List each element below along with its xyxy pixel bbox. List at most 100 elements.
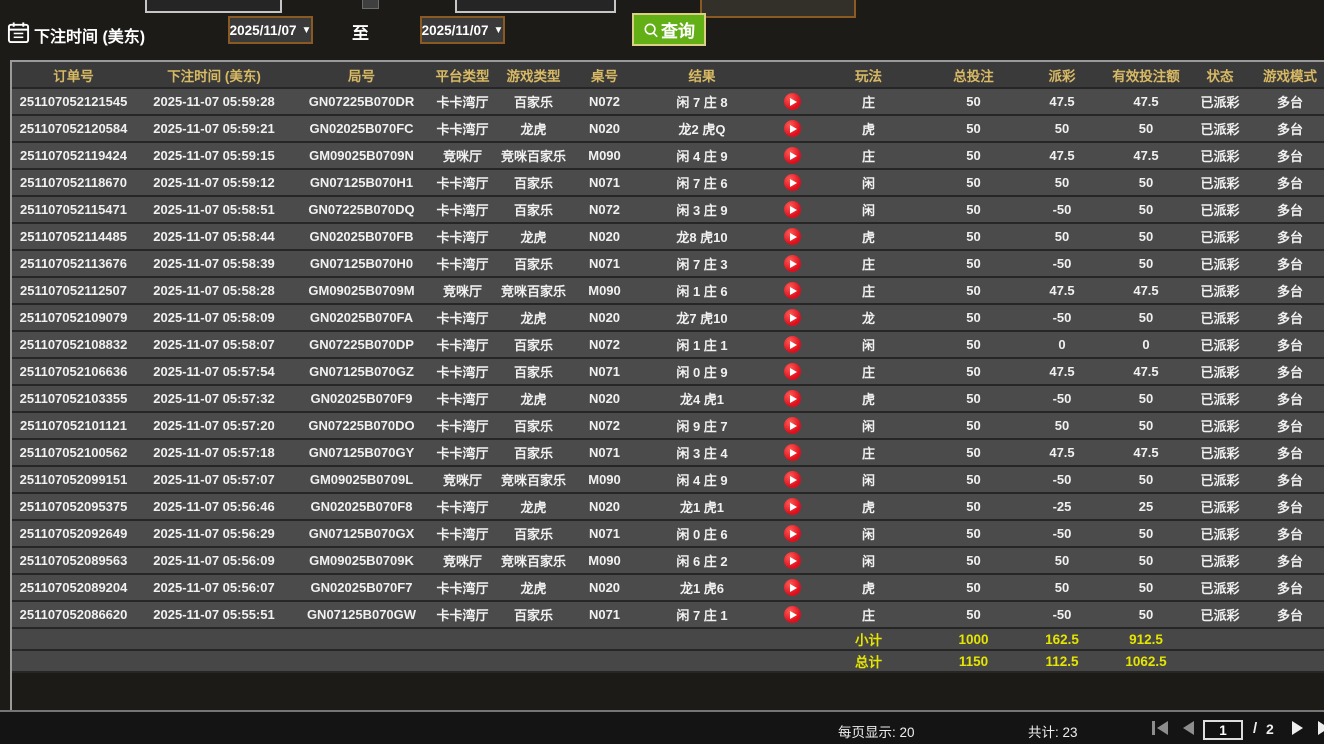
replay-icon[interactable] xyxy=(784,363,801,380)
summary-empty xyxy=(572,628,637,650)
cell-table_no: N071 xyxy=(572,169,637,196)
replay-icon[interactable] xyxy=(784,336,801,353)
cell-game_type: 百家乐 xyxy=(495,358,572,385)
cell-result: 闲 7 庄 8 xyxy=(637,88,767,115)
cell-replay xyxy=(767,601,817,628)
cell-result: 闲 4 庄 9 xyxy=(637,142,767,169)
replay-icon[interactable] xyxy=(784,579,801,596)
cell-game_type: 龙虎 xyxy=(495,115,572,142)
cell-valid_bet: 47.5 xyxy=(1097,277,1195,304)
replay-icon[interactable] xyxy=(784,174,801,191)
date-to-picker[interactable]: 2025/11/07 ▼ xyxy=(420,16,505,44)
cell-play: 闲 xyxy=(817,520,920,547)
replay-icon[interactable] xyxy=(784,309,801,326)
cell-order_id: 251107052103355 xyxy=(12,385,135,412)
pagination-bar: 每页显示: 20 共计: 23 / 2 xyxy=(0,710,1324,744)
cell-platform: 卡卡湾厅 xyxy=(430,385,495,412)
table-row: 2511070521205842025-11-07 05:59:21GN0202… xyxy=(12,115,1324,142)
cell-status: 已派彩 xyxy=(1195,601,1245,628)
replay-icon[interactable] xyxy=(784,525,801,542)
cell-order_id: 251107052113676 xyxy=(12,250,135,277)
cell-order_id: 251107052119424 xyxy=(12,142,135,169)
cell-payout: 50 xyxy=(1027,169,1097,196)
date-from-value: 2025/11/07 xyxy=(230,23,297,38)
cell-result: 闲 3 庄 4 xyxy=(637,439,767,466)
cell-table_no: N072 xyxy=(572,88,637,115)
cell-replay xyxy=(767,358,817,385)
replay-icon[interactable] xyxy=(784,120,801,137)
cell-replay xyxy=(767,385,817,412)
prev-page-icon[interactable] xyxy=(1183,721,1194,735)
summary-empty xyxy=(12,650,135,672)
cell-total_bet: 50 xyxy=(920,385,1027,412)
cell-valid_bet: 50 xyxy=(1097,466,1195,493)
replay-icon[interactable] xyxy=(784,93,801,110)
cell-platform: 卡卡湾厅 xyxy=(430,412,495,439)
last-page-icon[interactable] xyxy=(1318,721,1324,735)
cell-result: 闲 0 庄 9 xyxy=(637,358,767,385)
page-number-input[interactable] xyxy=(1203,720,1243,740)
cutoff-dropdown-right[interactable] xyxy=(700,0,856,18)
cell-valid_bet: 47.5 xyxy=(1097,439,1195,466)
replay-icon[interactable] xyxy=(784,201,801,218)
table-row: 2511070521194242025-11-07 05:59:15GM0902… xyxy=(12,142,1324,169)
first-page-icon[interactable] xyxy=(1152,721,1168,735)
replay-icon[interactable] xyxy=(784,444,801,461)
cutoff-input-middle[interactable] xyxy=(455,0,616,13)
replay-icon[interactable] xyxy=(784,282,801,299)
cell-mode: 多台 xyxy=(1245,250,1324,277)
cell-platform: 卡卡湾厅 xyxy=(430,574,495,601)
cell-table_no: N020 xyxy=(572,115,637,142)
cell-bet_time: 2025-11-07 05:58:51 xyxy=(135,196,293,223)
cell-valid_bet: 50 xyxy=(1097,547,1195,574)
replay-icon[interactable] xyxy=(784,471,801,488)
cell-payout: 47.5 xyxy=(1027,439,1097,466)
replay-icon[interactable] xyxy=(784,147,801,164)
replay-icon[interactable] xyxy=(784,552,801,569)
cell-platform: 卡卡湾厅 xyxy=(430,331,495,358)
cell-status: 已派彩 xyxy=(1195,385,1245,412)
replay-icon[interactable] xyxy=(784,255,801,272)
replay-icon[interactable] xyxy=(784,417,801,434)
summary-empty xyxy=(293,628,430,650)
cell-valid_bet: 47.5 xyxy=(1097,142,1195,169)
date-from-picker[interactable]: 2025/11/07 ▼ xyxy=(228,16,313,44)
replay-icon[interactable] xyxy=(784,606,801,623)
cell-mode: 多台 xyxy=(1245,142,1324,169)
cell-mode: 多台 xyxy=(1245,385,1324,412)
cell-game_type: 龙虎 xyxy=(495,304,572,331)
cell-result: 闲 3 庄 9 xyxy=(637,196,767,223)
cell-total_bet: 50 xyxy=(920,142,1027,169)
cell-game_type: 百家乐 xyxy=(495,412,572,439)
cell-game_type: 百家乐 xyxy=(495,196,572,223)
cell-table_no: N020 xyxy=(572,574,637,601)
table-row: 2511070520991512025-11-07 05:57:07GM0902… xyxy=(12,466,1324,493)
cell-replay xyxy=(767,88,817,115)
cell-result: 闲 4 庄 9 xyxy=(637,466,767,493)
bet-time-filter-label: 下注时间 (美东) xyxy=(34,23,145,47)
replay-icon[interactable] xyxy=(784,228,801,245)
table-row: 2511070521005622025-11-07 05:57:18GN0712… xyxy=(12,439,1324,466)
cell-bet_time: 2025-11-07 05:58:39 xyxy=(135,250,293,277)
column-header-payout: 派彩 xyxy=(1027,62,1097,88)
cutoff-input-left[interactable] xyxy=(145,0,282,13)
replay-icon[interactable] xyxy=(784,390,801,407)
cell-replay xyxy=(767,493,817,520)
cell-game_type: 龙虎 xyxy=(495,493,572,520)
cell-play: 闲 xyxy=(817,547,920,574)
cell-play: 虎 xyxy=(817,493,920,520)
cell-result: 龙1 虎6 xyxy=(637,574,767,601)
cutoff-small-button[interactable] xyxy=(362,0,379,9)
cell-valid_bet: 50 xyxy=(1097,574,1195,601)
cell-play: 闲 xyxy=(817,466,920,493)
cell-replay xyxy=(767,169,817,196)
search-button-label: 查询 xyxy=(661,17,695,42)
next-page-icon[interactable] xyxy=(1292,721,1303,735)
page-separator: / xyxy=(1253,720,1257,737)
cell-replay xyxy=(767,196,817,223)
summary-total_bet: 1150 xyxy=(920,650,1027,672)
table-row: 2511070521090792025-11-07 05:58:09GN0202… xyxy=(12,304,1324,331)
replay-icon[interactable] xyxy=(784,498,801,515)
search-button[interactable]: 查询 xyxy=(632,13,706,46)
cell-result: 龙7 虎10 xyxy=(637,304,767,331)
